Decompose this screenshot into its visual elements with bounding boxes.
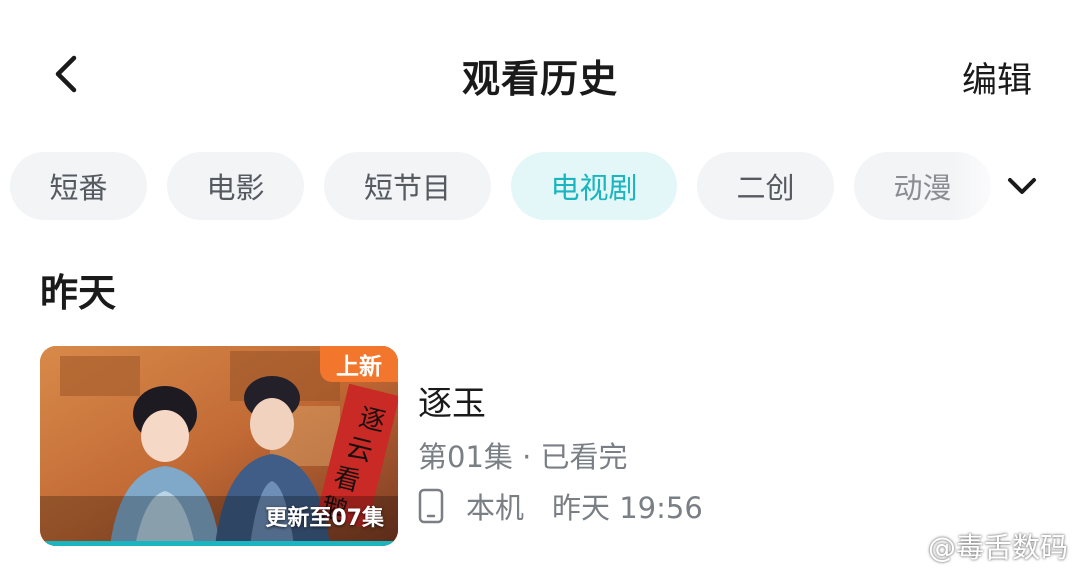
watermark: @毒舌数码: [880, 526, 1068, 566]
show-title[interactable]: 逐玉: [418, 376, 486, 425]
phone-icon: [418, 488, 444, 524]
watch-progress-bar: [40, 541, 398, 546]
update-status-label: 更新至07集: [265, 506, 384, 531]
edit-button[interactable]: 编辑: [962, 52, 1032, 103]
more-categories-button[interactable]: [998, 162, 1046, 210]
watched-time: 昨天 19:56: [552, 491, 703, 525]
section-title: 昨天: [40, 271, 117, 315]
chevron-down-icon: [1008, 178, 1036, 194]
device-label: 本机: [466, 491, 525, 525]
watch-meta: 本机 昨天 19:56: [418, 486, 703, 526]
video-thumbnail[interactable]: 逐 云 看 鹅 上新 更新至07集: [40, 346, 398, 546]
tab-short-show[interactable]: 短节目: [324, 152, 491, 220]
header-bar: 观看历史 编辑: [0, 0, 1080, 150]
tab-duanfan[interactable]: 短番: [10, 152, 147, 220]
new-badge: 上新: [320, 346, 398, 382]
tab-anime[interactable]: 动漫: [854, 152, 991, 220]
tab-tv-series[interactable]: 电视剧: [511, 152, 677, 220]
page-title: 观看历史: [461, 57, 618, 101]
watermark-text: @毒舌数码: [927, 531, 1068, 564]
tab-remix[interactable]: 二创: [697, 152, 834, 220]
tab-movie[interactable]: 电影: [167, 152, 304, 220]
weibo-icon: [881, 533, 920, 562]
history-item[interactable]: 逐 云 看 鹅 上新 更新至07集 逐玉 第01集 · 已看完 本机 昨天 19…: [40, 346, 900, 546]
episode-status: 第01集 · 已看完: [418, 440, 628, 474]
category-tabs: 短番 电影 短节目 电视剧 二创 动漫: [0, 152, 1000, 222]
